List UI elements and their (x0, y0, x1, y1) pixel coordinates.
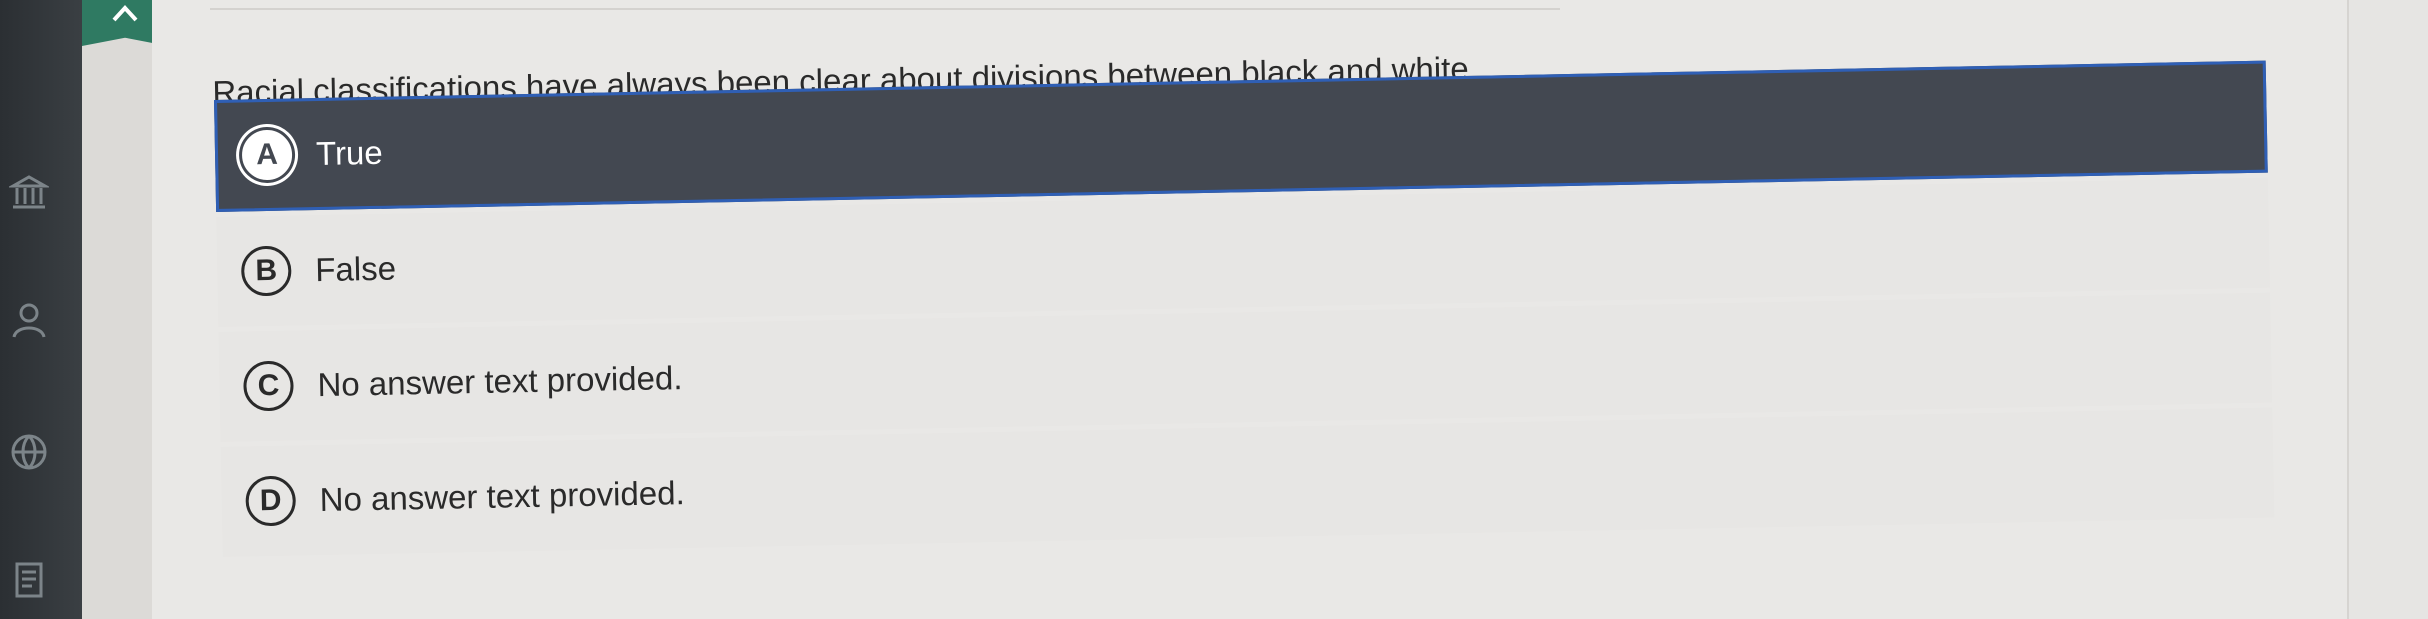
chevron-up-icon (112, 5, 138, 22)
option-label: No answer text provided. (317, 359, 683, 404)
document-icon[interactable] (8, 560, 50, 608)
globe-icon[interactable] (8, 432, 50, 480)
option-letter-badge: A (241, 129, 293, 181)
option-label: True (315, 133, 384, 173)
option-letter-badge: D (245, 475, 297, 527)
option-label: No answer text provided. (319, 474, 685, 519)
option-letter-badge: C (243, 360, 294, 412)
page-gutter (82, 0, 152, 619)
left-nav-rail (0, 0, 82, 619)
institution-icon[interactable] (7, 172, 51, 220)
option-letter-badge: B (240, 245, 292, 297)
answer-options: A True B False C No answer text provided… (214, 60, 2275, 562)
divider (210, 8, 1560, 10)
user-icon[interactable] (8, 300, 50, 348)
option-label: False (314, 249, 397, 289)
right-panel-edge (2347, 0, 2428, 619)
